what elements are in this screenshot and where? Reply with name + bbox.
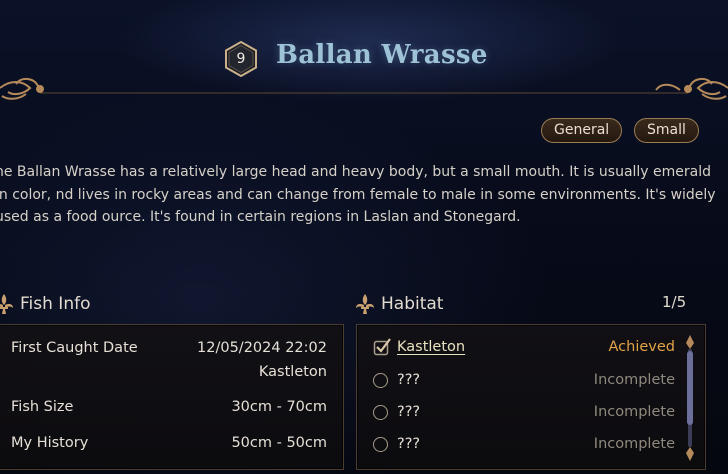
first-caught-location-row: Kastleton bbox=[11, 364, 327, 380]
habitat-name: ??? bbox=[397, 372, 421, 388]
habitat-name: ??? bbox=[397, 436, 421, 452]
right-flourish-icon bbox=[655, 78, 728, 100]
fleur-de-lis-icon bbox=[356, 294, 374, 314]
fish-size-row: Fish Size 30cm - 70cm bbox=[11, 399, 327, 415]
my-history-value: 50cm - 50cm bbox=[231, 435, 327, 451]
radio-circle-icon bbox=[373, 372, 388, 388]
habitat-progress-count: 1/5 bbox=[662, 293, 687, 311]
habitat-status: Incomplete bbox=[593, 436, 675, 452]
habitat-item[interactable]: ??? Incomplete bbox=[373, 368, 675, 392]
fish-size-value: 30cm - 70cm bbox=[231, 399, 327, 415]
first-caught-location: Kastleton bbox=[258, 364, 327, 380]
fish-info-panel: First Caught Date 12/05/2024 22:02 Kastl… bbox=[0, 324, 344, 470]
tag-small[interactable]: Small bbox=[634, 118, 699, 143]
habitat-panel: Kastleton Achieved ??? Incomplete ??? In… bbox=[356, 324, 706, 470]
my-history-row: My History 50cm - 50cm bbox=[11, 435, 327, 451]
habitat-item[interactable]: ??? Incomplete bbox=[373, 400, 675, 424]
my-history-label: My History bbox=[11, 435, 89, 451]
habitat-status: Incomplete bbox=[593, 372, 675, 388]
fish-name-title: Ballan Wrasse bbox=[276, 40, 488, 70]
habitat-title: Habitat bbox=[381, 294, 444, 314]
fish-size-label: Fish Size bbox=[11, 399, 74, 415]
habitat-heading: Habitat bbox=[355, 292, 443, 316]
left-flourish-icon bbox=[0, 78, 44, 100]
fish-info-heading: Fish Info bbox=[0, 292, 90, 316]
fleur-de-lis-icon bbox=[0, 294, 13, 314]
habitat-status: Achieved bbox=[608, 339, 675, 355]
tag-general[interactable]: General bbox=[541, 118, 623, 143]
fish-description: he Ballan Wrasse has a relatively large … bbox=[0, 164, 716, 225]
checkmark-box-icon bbox=[373, 338, 391, 356]
ornate-divider bbox=[0, 78, 728, 100]
habitat-name[interactable]: Kastleton bbox=[397, 339, 465, 355]
fish-detail-screen: 9 Ballan Wrasse General Small he Ballan … bbox=[0, 0, 728, 474]
first-caught-date: 12/05/2024 22:02 bbox=[197, 340, 327, 356]
first-caught-row: First Caught Date 12/05/2024 22:02 bbox=[11, 340, 327, 356]
radio-circle-icon bbox=[373, 436, 388, 452]
fish-info-title: Fish Info bbox=[20, 294, 91, 314]
habitat-item[interactable]: Kastleton Achieved bbox=[373, 335, 675, 359]
level-number: 9 bbox=[236, 51, 246, 67]
habitat-status: Incomplete bbox=[593, 404, 675, 420]
habitat-name: ??? bbox=[397, 404, 421, 420]
habitat-item[interactable]: ??? Incomplete bbox=[373, 432, 675, 456]
first-caught-label: First Caught Date bbox=[11, 340, 138, 356]
radio-circle-icon bbox=[373, 404, 388, 420]
level-badge: 9 bbox=[224, 41, 258, 77]
habitat-scrollbar[interactable] bbox=[683, 335, 697, 461]
